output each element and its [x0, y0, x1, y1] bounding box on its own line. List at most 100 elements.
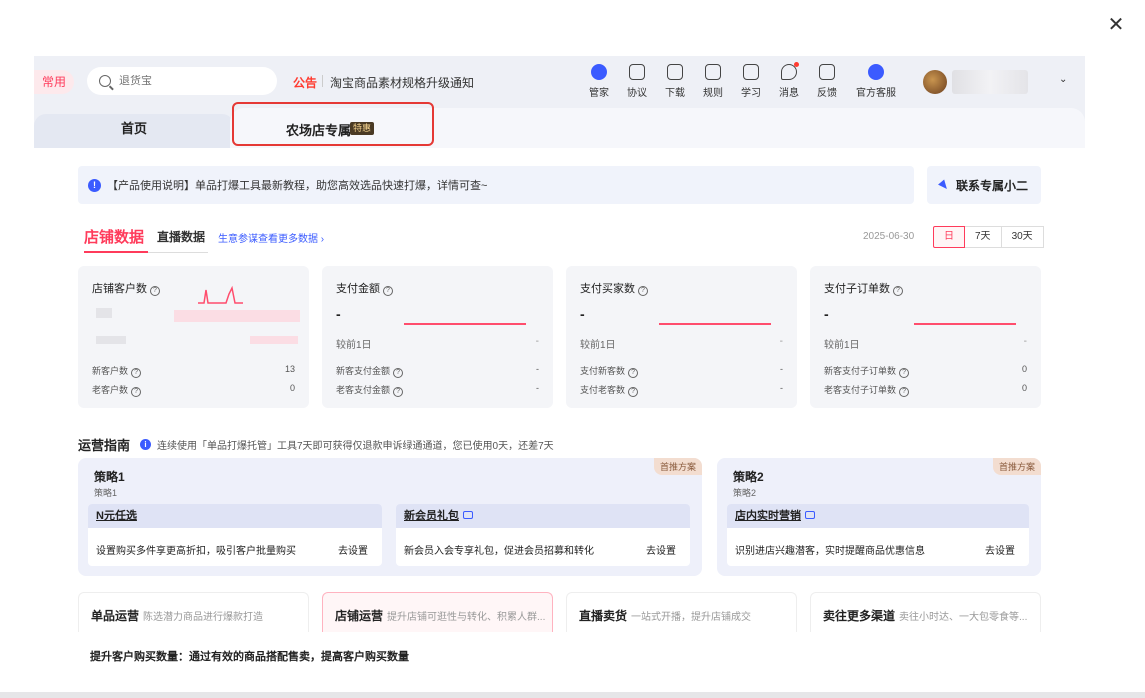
tab-home[interactable]: 首页 — [34, 114, 234, 148]
help-icon[interactable]: ? — [150, 286, 160, 296]
search-input[interactable] — [119, 75, 259, 87]
card-value: - — [580, 306, 585, 322]
unread-dot — [794, 62, 799, 67]
card-row-label: 新客户数? — [92, 364, 142, 378]
guide-title: 运营指南 — [78, 438, 131, 453]
help-icon[interactable]: ? — [628, 387, 639, 397]
op-card-desc: 陈选潜力商品进行爆款打造 — [143, 612, 264, 623]
chevron-down-icon[interactable]: ⌄ — [1059, 74, 1067, 85]
tool-label: 官方客服 — [856, 88, 896, 99]
tool-messages[interactable]: 消息 — [770, 62, 808, 99]
setup-button[interactable]: 去设置 — [985, 542, 1015, 557]
redacted-compare-value — [250, 336, 298, 344]
card-title: 店铺客户数? — [92, 280, 160, 296]
card-compare-value: - — [779, 336, 783, 347]
tool-label: 消息 — [779, 88, 799, 99]
strategy-item-desc: 新会员入会专享礼包，促进会员招募和转化 — [404, 546, 594, 557]
strategy-item-realtime-marketing[interactable]: 店内实时营销 识别进店兴趣潜客，实时提醒商品优惠信息 去设置 — [727, 504, 1029, 566]
range-7d-button[interactable]: 7天 — [964, 226, 1002, 248]
recommended-badge: 首推方案 — [653, 458, 702, 475]
operation-cards: 单品运营 陈选潜力商品进行爆款打造 店铺运营 提升店铺可逛性与转化、积累人群... … — [78, 592, 1041, 632]
card-row-value: - — [536, 383, 539, 393]
user-name-redacted[interactable] — [952, 70, 1028, 94]
tool-service[interactable]: 官方客服 — [846, 64, 906, 99]
tab-bar: 首页 农场店专属 特惠 — [34, 108, 1085, 148]
range-day-button[interactable]: 日 — [933, 226, 965, 248]
help-icon[interactable]: ? — [899, 368, 910, 378]
tab-live-data[interactable]: 直播数据 — [157, 228, 205, 245]
tool-rules[interactable]: 规则 — [694, 64, 732, 99]
strategy-item-title[interactable]: N元任选 — [88, 504, 382, 528]
op-card-desc: 卖往小时达、一大包零食等... — [899, 612, 1028, 623]
metric-cards: 店铺客户数? 新客户数? 13 老客户数? 0 支付金额? - 较前1日 - 新… — [78, 266, 1041, 408]
metric-card-buyers[interactable]: 支付买家数? - 较前1日 - 支付新客数? - 支付老客数? - — [566, 266, 797, 408]
avatar[interactable] — [923, 70, 947, 94]
sparkline — [914, 323, 1016, 325]
feedback-icon — [819, 64, 835, 80]
card-row-value: - — [780, 383, 783, 393]
tool-agreement[interactable]: 协议 — [618, 64, 656, 99]
op-card-single-product[interactable]: 单品运营 陈选潜力商品进行爆款打造 — [78, 592, 309, 632]
tool-manager[interactable]: 管家 — [580, 64, 618, 99]
card-row-value: - — [536, 364, 539, 374]
strategy-item-member-gift[interactable]: 新会员礼包 新会员入会专享礼包，促进会员招募和转化 去设置 — [396, 504, 690, 566]
tool-label: 学习 — [741, 88, 761, 99]
card-title: 支付金额? — [336, 280, 393, 296]
strategy-title: 策略2 — [733, 470, 764, 484]
range-selector: 日 7天 30天 — [933, 226, 1044, 248]
op-card-live[interactable]: 直播卖货 一站式开播，提升店铺成交 — [566, 592, 797, 632]
op-card-channels[interactable]: 卖往更多渠道 卖往小时达、一大包零食等... — [810, 592, 1041, 632]
date-label: 2025-06-30 — [863, 231, 915, 242]
notice-label: 公告 — [293, 76, 318, 90]
setup-button[interactable]: 去设置 — [338, 542, 368, 557]
search-box[interactable] — [87, 67, 277, 95]
more-data-link[interactable]: 生意参谋查看更多数据 › — [218, 230, 324, 245]
strategy-item-title[interactable]: 店内实时营销 — [727, 504, 1029, 528]
top-bar: 常用 公告 淘宝商品素材规格升级通知 管家 协议 下载 规则 — [34, 56, 1085, 108]
card-title: 支付子订单数? — [824, 280, 903, 296]
help-icon[interactable]: ? — [383, 286, 393, 296]
strategy-item-desc: 识别进店兴趣潜客，实时提醒商品优惠信息 — [735, 546, 925, 557]
metric-card-payment-amount[interactable]: 支付金额? - 较前1日 - 新客支付金额? - 老客支付金额? - — [322, 266, 553, 408]
sparkline — [404, 323, 526, 325]
card-compare-label: 较前1日 — [824, 340, 860, 351]
help-icon[interactable]: ? — [638, 286, 648, 296]
tool-label: 下载 — [665, 88, 685, 99]
op-card-shop[interactable]: 店铺运营 提升店铺可逛性与转化、积累人群... — [322, 592, 553, 632]
tool-label: 管家 — [589, 88, 609, 99]
tool-learn[interactable]: 学习 — [732, 64, 770, 99]
help-icon[interactable]: ? — [131, 387, 142, 397]
metric-card-customers[interactable]: 店铺客户数? 新客户数? 13 老客户数? 0 — [78, 266, 309, 408]
tool-feedback[interactable]: 反馈 — [808, 64, 846, 99]
download-icon — [667, 64, 683, 80]
help-icon[interactable]: ? — [131, 368, 142, 378]
tool-download[interactable]: 下载 — [656, 64, 694, 99]
setup-button[interactable]: 去设置 — [646, 542, 676, 557]
info-banner[interactable]: ! 【产品使用说明】单品打爆工具最新教程，助您高效选品快速打爆，详情可查~ — [78, 166, 914, 204]
op-card-desc: 提升店铺可逛性与转化、积累人群... — [387, 612, 546, 623]
help-icon[interactable]: ? — [393, 368, 404, 378]
notice-link[interactable]: 淘宝商品素材规格升级通知 — [330, 74, 474, 91]
agreement-icon — [629, 64, 645, 80]
help-icon[interactable]: ? — [893, 286, 903, 296]
tab-farm-exclusive[interactable]: 农场店专属 特惠 — [230, 108, 1085, 148]
help-icon[interactable]: ? — [393, 387, 404, 397]
metric-card-sub-orders[interactable]: 支付子订单数? - 较前1日 - 新客支付子订单数? 0 老客支付子订单数? 0 — [810, 266, 1041, 408]
help-icon[interactable]: ? — [899, 387, 910, 397]
guide-note-text: 连续使用「单品打爆托管」工具7天即可获得仅退款申诉绿通通道，您已使用0天，还差7… — [157, 441, 554, 452]
strategy-item-title[interactable]: 新会员礼包 — [396, 504, 690, 528]
rules-icon — [705, 64, 721, 80]
op-card-title: 卖往更多渠道 — [823, 609, 896, 623]
tab-shop-data[interactable]: 店铺数据 — [84, 226, 144, 247]
common-tag[interactable]: 常用 — [34, 70, 74, 94]
card-row-value: 0 — [1021, 364, 1027, 374]
card-row-value: 13 — [284, 364, 295, 374]
help-icon[interactable]: ? — [628, 368, 639, 378]
contact-button[interactable]: 联系专属小二 — [927, 166, 1041, 204]
card-compare-value: - — [1023, 336, 1027, 347]
card-row-label: 新客支付子订单数? — [824, 364, 910, 378]
card-row-value: - — [780, 364, 783, 374]
close-icon[interactable]: ✕ — [1106, 15, 1126, 35]
range-30d-button[interactable]: 30天 — [1000, 226, 1044, 248]
strategy-item-n-choice[interactable]: N元任选 设置购买多件享更高折扣，吸引客户批量购买 去设置 — [88, 504, 382, 566]
